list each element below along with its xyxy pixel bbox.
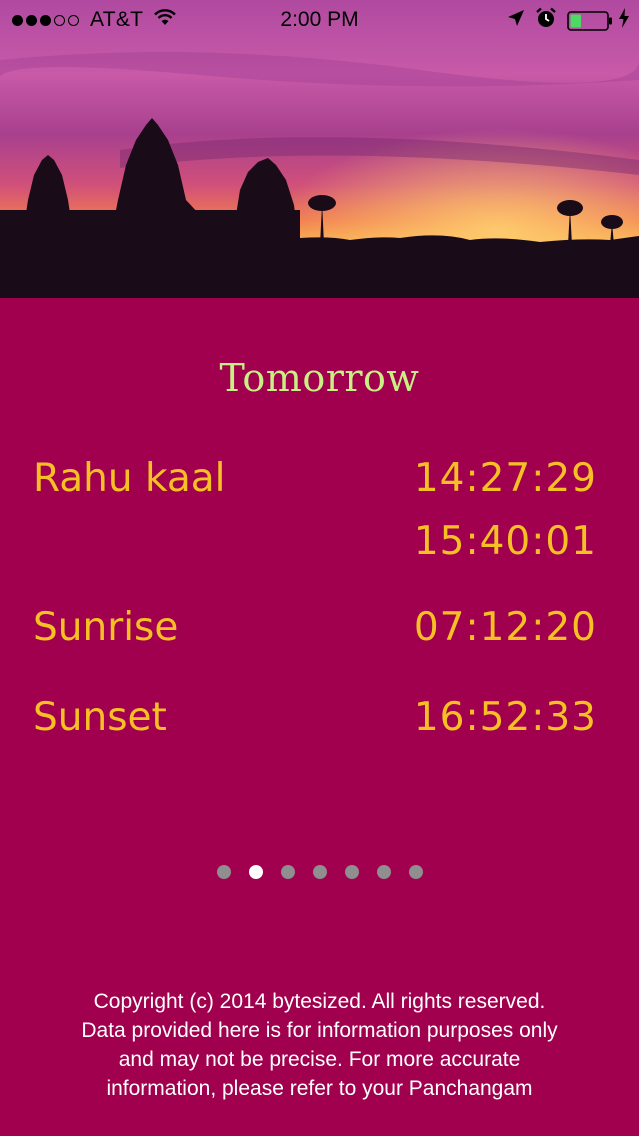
header-sunset-photo bbox=[0, 0, 639, 298]
charging-bolt-icon bbox=[619, 8, 629, 34]
page-dot[interactable] bbox=[344, 865, 359, 879]
sunset-label: Sunset bbox=[33, 695, 167, 740]
copyright-disclaimer: Copyright (c) 2014 bytesized. All rights… bbox=[81, 990, 558, 1100]
status-right-group bbox=[497, 7, 629, 35]
app-screen: AT&T 2:00 PM Tomorrow Rahu kaal 14:27:29… bbox=[0, 0, 639, 1136]
rahu-kaal-start: 14:27:29 bbox=[413, 456, 597, 501]
page-dot[interactable] bbox=[216, 865, 231, 879]
rahu-kaal-label: Rahu kaal bbox=[33, 456, 226, 501]
sunrise-label: Sunrise bbox=[33, 605, 179, 650]
alarm-clock-icon bbox=[535, 7, 557, 35]
page-dot[interactable] bbox=[248, 865, 263, 879]
page-control[interactable] bbox=[0, 864, 639, 880]
battery-icon bbox=[567, 10, 615, 32]
status-bar: AT&T 2:00 PM bbox=[0, 0, 639, 40]
sunrise-time: 07:12:20 bbox=[413, 605, 597, 650]
page-title: Tomorrow bbox=[219, 356, 420, 400]
location-arrow-icon bbox=[507, 9, 525, 33]
page-dot[interactable] bbox=[408, 865, 423, 879]
page-dot[interactable] bbox=[376, 865, 391, 879]
page-dot[interactable] bbox=[312, 865, 327, 879]
sunset-time: 16:52:33 bbox=[413, 695, 597, 740]
page-dot[interactable] bbox=[280, 865, 295, 879]
rahu-kaal-end: 15:40:01 bbox=[413, 519, 597, 564]
